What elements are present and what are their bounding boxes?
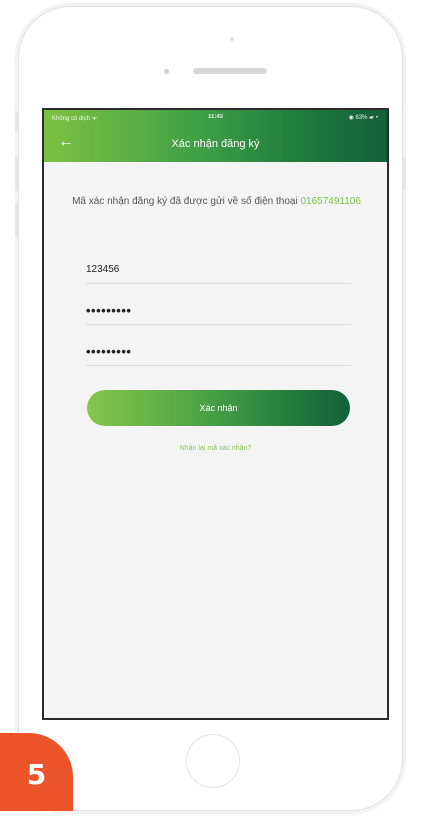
status-battery: ◉ 63% ▰ ‣	[348, 115, 379, 121]
front-camera-icon	[164, 69, 169, 74]
front-sensor	[230, 37, 234, 41]
confirm-password-field	[86, 338, 351, 366]
status-carrier: Không có dịch ᯤ	[52, 116, 98, 122]
status-bar: Không có dịch ᯤ 11:43 ◉ 63% ▰ ‣	[44, 112, 387, 124]
verification-message: Mã xác nhận đăng ký đã được gửi về số đi…	[58, 194, 375, 209]
verification-message-text: Mã xác nhận đăng ký đã được gửi về số đi…	[72, 196, 301, 207]
app-screen: Không có dịch ᯤ 11:43 ◉ 63% ▰ ‣ ← Xác nh…	[42, 108, 389, 720]
phone-number: 01657491106	[300, 196, 361, 207]
app-header: Không có dịch ᯤ 11:43 ◉ 63% ▰ ‣ ← Xác nh…	[44, 110, 387, 162]
status-time: 11:43	[207, 114, 224, 120]
resend-code-link[interactable]: Nhận lại mã xác nhận?	[44, 445, 387, 452]
page-title: Xác nhận đăng ký	[171, 138, 260, 150]
password-input[interactable]	[86, 297, 351, 323]
earpiece-speaker	[193, 68, 267, 74]
confirm-button[interactable]: Xác nhận	[87, 390, 350, 426]
home-button[interactable]	[186, 734, 240, 788]
password-field	[86, 297, 351, 325]
phone-volume-up-button	[15, 157, 18, 191]
phone-volume-down-button	[15, 203, 18, 237]
phone-side-button	[15, 111, 18, 131]
confirm-password-input[interactable]	[86, 338, 351, 364]
phone-power-button	[403, 157, 406, 191]
verification-code-field	[86, 256, 351, 284]
verification-code-input[interactable]	[86, 256, 351, 282]
